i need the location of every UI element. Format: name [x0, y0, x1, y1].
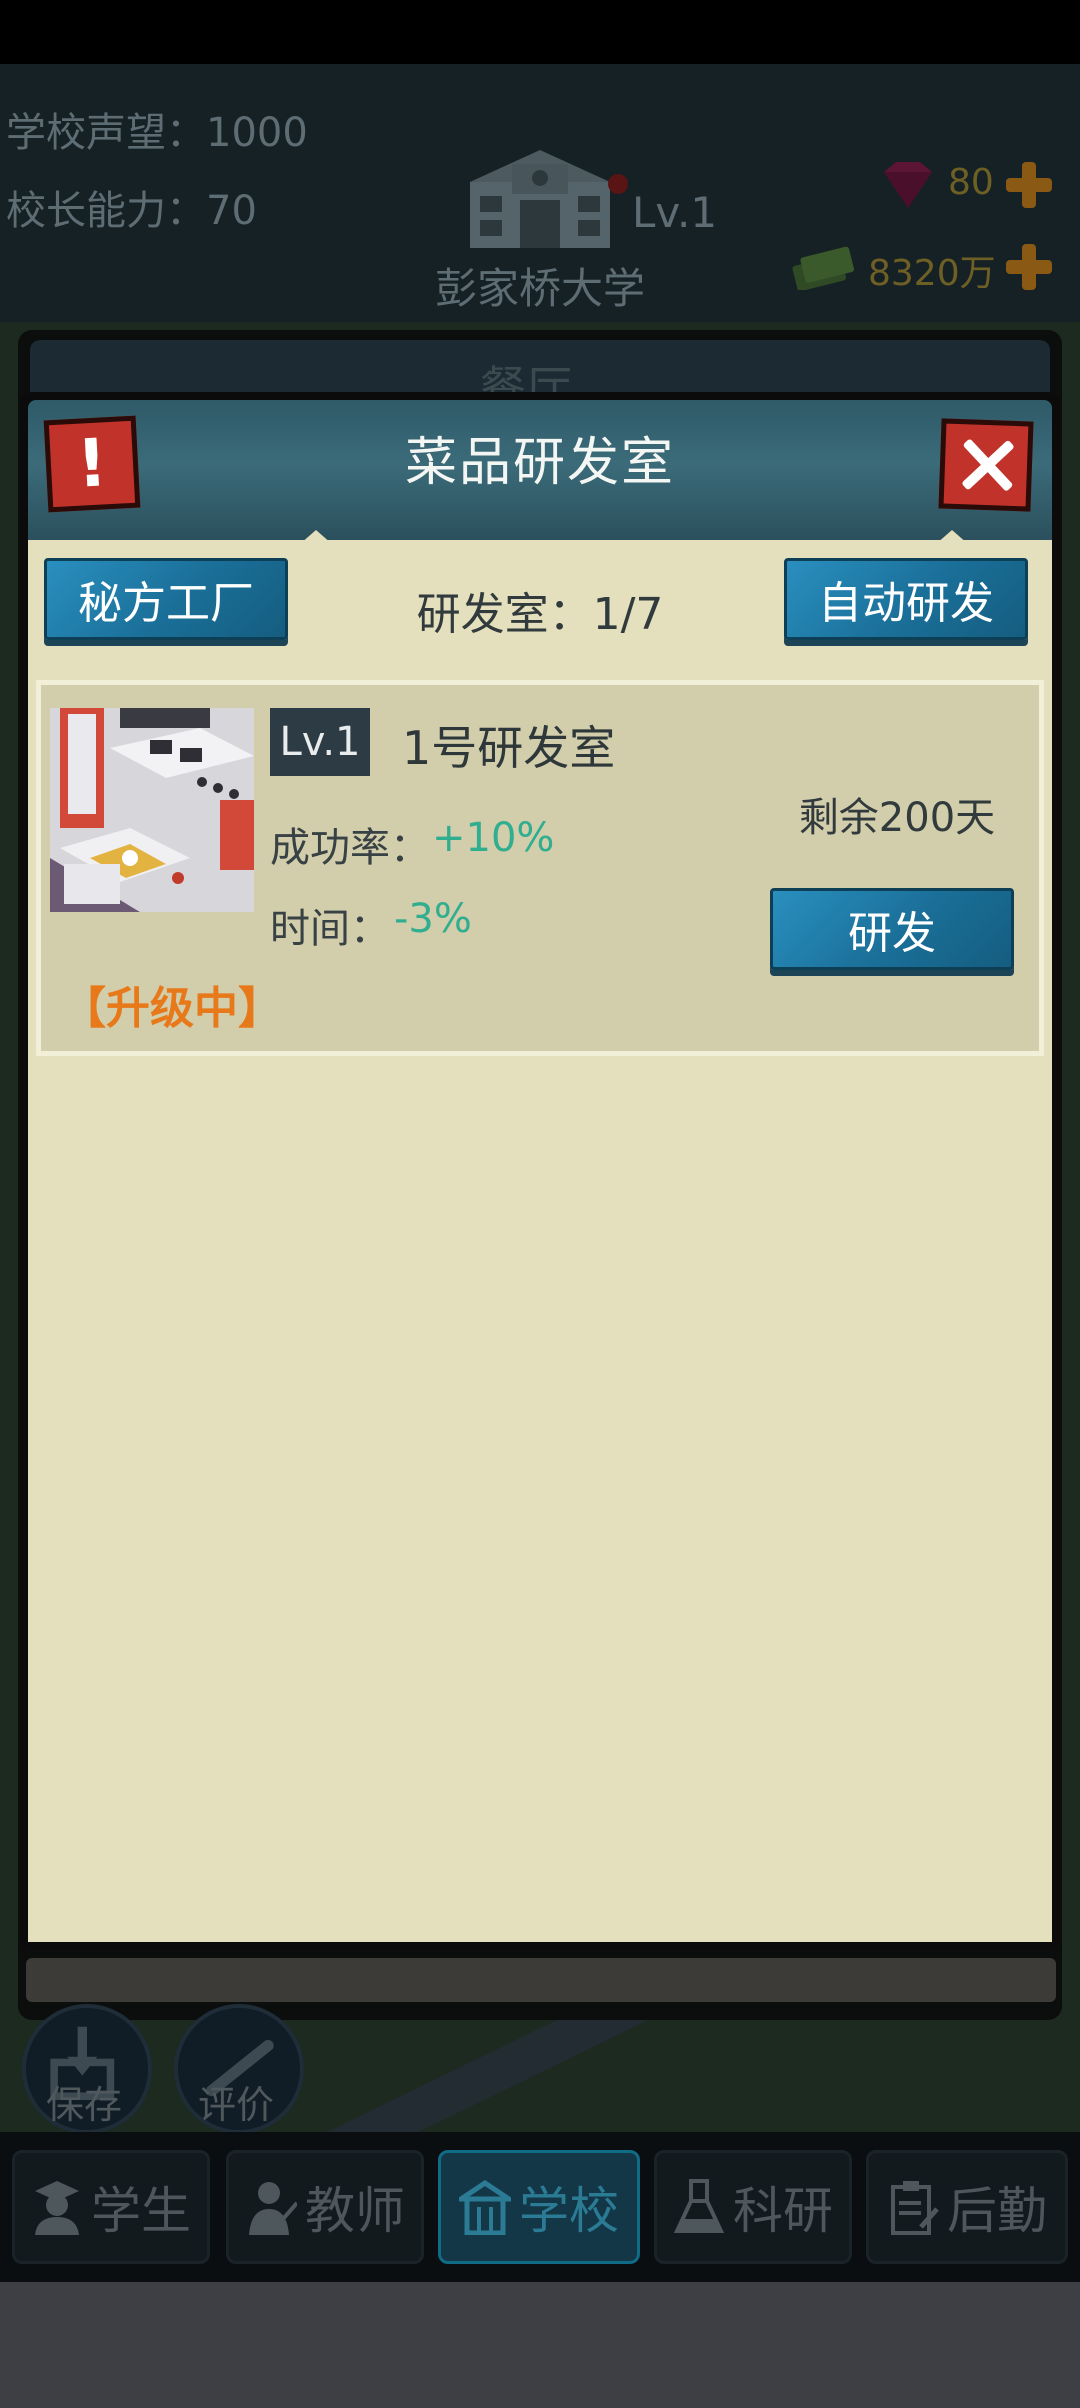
- logistics-clipboard-icon: [891, 2181, 939, 2235]
- gem-count: 80: [948, 162, 994, 203]
- school-icon: [459, 2179, 511, 2235]
- gem-icon: [884, 162, 932, 208]
- student-icon: [35, 2181, 79, 2235]
- nav-tab-school[interactable]: 学校: [438, 2150, 640, 2264]
- school-level: Lv.1: [632, 188, 718, 237]
- header-notch: [300, 530, 332, 544]
- alert-info-button[interactable]: !: [43, 415, 141, 513]
- lab-count: 研发室：1/7: [416, 589, 664, 640]
- nav-tab-logistics[interactable]: 后勤: [866, 2150, 1068, 2264]
- lab-name: 1号研发室: [402, 721, 616, 775]
- save-label: 保存: [46, 2083, 123, 2127]
- add-cash-plus-icon[interactable]: [1004, 242, 1054, 292]
- lab-level-badge: Lv.1: [270, 708, 370, 776]
- review-label: 评价: [198, 2083, 275, 2127]
- nav-tab-teacher[interactable]: 教师: [226, 2150, 424, 2264]
- nav-tab-logistics-label: 后勤: [947, 2182, 1047, 2240]
- school-name: 彭家桥大学: [434, 264, 645, 313]
- system-navigation-bar: [0, 2282, 1080, 2408]
- success-rate-label: 成功率：: [270, 825, 430, 871]
- school-reputation: 学校声望：1000: [6, 110, 308, 156]
- nav-tab-teacher-label: 教师: [305, 2182, 405, 2240]
- cash-icon: [792, 246, 854, 290]
- remaining-days: 剩余200天: [798, 795, 996, 841]
- time-label: 时间：: [270, 906, 390, 952]
- nav-tab-school-label: 学校: [519, 2182, 619, 2240]
- header-notch: [936, 530, 968, 544]
- nav-tab-research[interactable]: 科研: [654, 2150, 852, 2264]
- principal-ability: 校长能力：70: [6, 188, 257, 234]
- modal-title: 菜品研发室: [404, 433, 675, 493]
- school-building-icon[interactable]: [450, 142, 630, 252]
- upgrading-status: 【升级中】: [62, 983, 282, 1034]
- cash-count: 8320万: [868, 253, 996, 294]
- auto-research-button[interactable]: 自动研发: [784, 558, 1028, 640]
- secret-factory-button[interactable]: 秘方工厂: [44, 558, 288, 640]
- research-button[interactable]: 研发: [770, 888, 1014, 970]
- nav-tab-student-label: 学生: [91, 2182, 191, 2240]
- kitchen-lab-image: [50, 708, 254, 912]
- exclamation-icon: !: [74, 424, 110, 503]
- research-flask-icon: [673, 2179, 725, 2233]
- nav-tab-research-label: 科研: [733, 2182, 833, 2240]
- close-button[interactable]: [938, 418, 1034, 512]
- teacher-icon: [249, 2182, 297, 2235]
- nav-tab-student[interactable]: 学生: [12, 2150, 210, 2264]
- status-bar: [0, 0, 1080, 64]
- success-rate-value: +10%: [432, 815, 555, 861]
- time-value: -3%: [394, 896, 472, 942]
- restaurant-panel-footer: [26, 1958, 1056, 2002]
- add-gems-plus-icon[interactable]: [1004, 160, 1054, 210]
